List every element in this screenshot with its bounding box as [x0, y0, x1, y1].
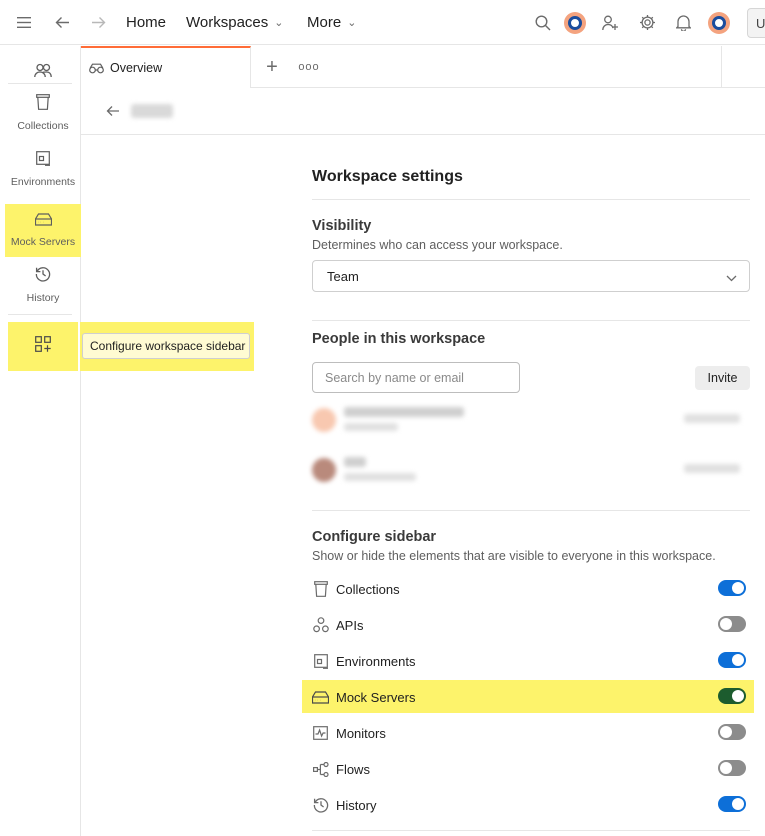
environments-icon [312, 653, 329, 670]
monitors-toggle[interactable] [718, 724, 746, 740]
top-bar: Home Workspaces ⌄ More ⌄ U [0, 0, 765, 45]
sidebar-setting-label: Flows [336, 761, 370, 777]
home-label: Home [126, 14, 167, 31]
visibility-selected-value: Team [327, 268, 359, 284]
configure-sidebar-tooltip: Configure workspace sidebar [82, 333, 250, 359]
sidebar-setting-label: History [336, 797, 377, 813]
environments-icon [36, 150, 50, 171]
people-search-input[interactable] [312, 362, 520, 393]
tab-more-button[interactable]: ooo [297, 46, 321, 88]
sidebar-item-mock-servers[interactable]: Mock Servers [5, 204, 81, 257]
sidebar-setting-label: Environments [336, 653, 416, 669]
sidebar-item-label: Mock Servers [10, 236, 76, 248]
chevron-down-icon: ⌄ [274, 17, 284, 29]
tab-bar: Overview + ooo [81, 46, 765, 88]
sidebar-setting-label: Monitors [336, 725, 386, 741]
sidebar-setting-mock-servers: Mock Servers [312, 685, 750, 709]
divider [312, 830, 750, 831]
flows-icon [312, 761, 329, 778]
configure-sidebar-button[interactable] [8, 322, 78, 371]
left-sidebar: Collections Environments Mock Servers Hi… [0, 46, 81, 836]
flows-toggle[interactable] [718, 760, 746, 776]
new-tab-button[interactable]: + [261, 46, 283, 88]
mock-servers-toggle[interactable] [718, 688, 746, 704]
divider [312, 510, 750, 511]
chevron-down-icon [726, 270, 737, 285]
back-icon[interactable] [50, 0, 74, 45]
team-avatar[interactable] [563, 0, 587, 45]
workspace-name-redacted [131, 104, 173, 118]
divider [312, 199, 750, 200]
visibility-description: Determines who can access your workspace… [312, 238, 563, 252]
more-options-icon: ooo [298, 61, 320, 73]
upgrade-label: U [756, 15, 765, 31]
apis-icon [312, 617, 329, 634]
tooltip-text: Configure workspace sidebar [90, 339, 246, 353]
configure-sidebar-description: Show or hide the elements that are visib… [312, 549, 716, 563]
menu-icon[interactable] [12, 0, 36, 45]
sidebar-setting-label: APIs [336, 617, 364, 633]
sidebar-item-label: Environments [10, 175, 76, 188]
collections-icon [312, 581, 329, 598]
home-link[interactable]: Home [126, 0, 166, 45]
mock-server-icon [34, 213, 52, 231]
plus-icon: + [266, 55, 278, 78]
people-icon [34, 63, 52, 84]
sidebar-item-label: Collections [17, 120, 69, 132]
history-toggle[interactable] [718, 796, 746, 812]
tab-divider [721, 46, 722, 88]
more-label: More [307, 14, 342, 31]
apis-toggle[interactable] [718, 616, 746, 632]
chevron-down-icon: ⌄ [347, 17, 357, 29]
member-row-redacted [312, 402, 750, 442]
invite-user-icon[interactable] [599, 0, 621, 45]
sidebar-item-label: History [26, 292, 60, 304]
workspaces-label: Workspaces [186, 14, 269, 31]
mock-server-icon [312, 689, 329, 706]
forward-icon[interactable] [86, 0, 110, 45]
history-icon [35, 266, 51, 287]
upgrade-button[interactable]: U [747, 8, 765, 38]
sidebar-setting-collections: Collections [312, 577, 750, 601]
member-row-redacted [312, 452, 750, 492]
workspaces-menu[interactable]: Workspaces ⌄ [186, 0, 283, 45]
visibility-select[interactable]: Team [312, 260, 750, 292]
collections-toggle[interactable] [718, 580, 746, 596]
invite-label: Invite [707, 371, 738, 385]
sidebar-setting-environments: Environments [312, 649, 750, 673]
user-avatar[interactable] [707, 0, 731, 45]
tab-overview-label: Overview [110, 61, 163, 75]
sidebar-item-collections[interactable]: Collections [5, 86, 81, 140]
collections-icon [36, 94, 50, 115]
sidebar-setting-label: Collections [336, 581, 400, 597]
history-icon [312, 797, 329, 814]
settings-gear-icon[interactable] [636, 0, 658, 45]
rail-divider [8, 314, 72, 315]
visibility-heading: Visibility [312, 218, 372, 234]
sidebar-setting-apis: APIs [312, 613, 750, 637]
overview-icon [89, 63, 104, 73]
back-arrow-icon[interactable] [103, 101, 123, 121]
people-heading: People in this workspace [312, 331, 486, 347]
sidebar-item-environments[interactable]: Environments [5, 142, 81, 196]
grid-add-icon [35, 336, 51, 357]
search-icon[interactable] [532, 0, 554, 45]
rail-divider [8, 83, 72, 84]
sidebar-setting-monitors: Monitors [312, 721, 750, 745]
more-menu[interactable]: More ⌄ [307, 0, 356, 45]
workspace-header [81, 89, 765, 135]
sidebar-setting-history: History [312, 793, 750, 817]
divider [312, 320, 750, 321]
configure-sidebar-heading: Configure sidebar [312, 529, 437, 545]
sidebar-item-history[interactable]: History [5, 258, 81, 312]
sidebar-setting-flows: Flows [312, 757, 750, 781]
notifications-bell-icon[interactable] [672, 0, 694, 45]
environments-toggle[interactable] [718, 652, 746, 668]
sidebar-setting-label: Mock Servers [336, 689, 416, 705]
invite-button[interactable]: Invite [695, 366, 750, 390]
monitors-icon [312, 725, 329, 742]
page-title: Workspace settings [312, 168, 463, 185]
tab-overview[interactable]: Overview [81, 46, 251, 88]
